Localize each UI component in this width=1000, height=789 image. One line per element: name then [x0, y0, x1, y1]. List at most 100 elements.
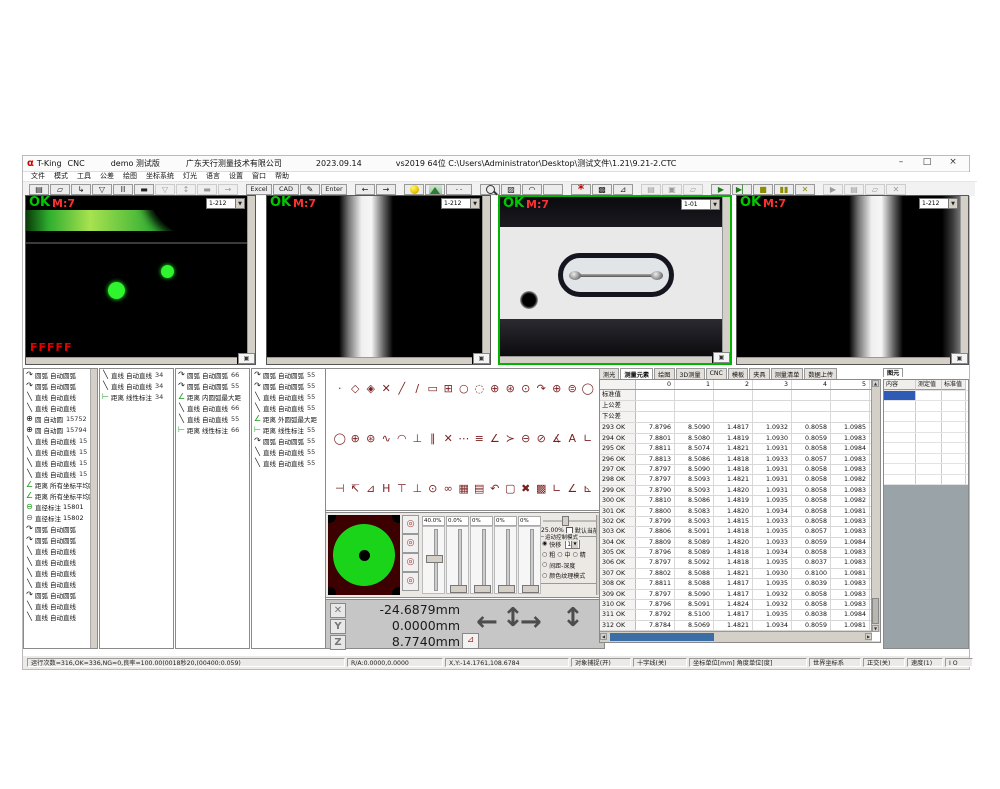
- measurement-table[interactable]: 012345标准值上公差下公差293 OK7.87968.50901.48171…: [599, 379, 881, 643]
- list-item[interactable]: ↷圆弧自动圆弧: [24, 523, 97, 534]
- measure-tool-icon-row2-14[interactable]: ⊘: [534, 431, 550, 446]
- measure-tool-icon-row2-9[interactable]: ⋯: [456, 431, 472, 446]
- measure-tool-icon-row1-9[interactable]: ○: [456, 381, 472, 396]
- axis-x-button[interactable]: ✕: [330, 603, 346, 618]
- measure-tool-icon-row2-12[interactable]: ≻: [503, 431, 519, 446]
- measure-tool-icon-row1-6[interactable]: ∕: [410, 381, 426, 396]
- menu-item-语言[interactable]: 语言: [206, 172, 220, 181]
- pattern-button[interactable]: ▨: [501, 184, 521, 195]
- arrow-right-button[interactable]: →: [376, 184, 396, 195]
- measure-tool-icon-row3-10[interactable]: ▤: [472, 481, 488, 496]
- table-row[interactable]: 301 OK7.88008.50831.48201.09340.80581.09…: [600, 507, 880, 517]
- result-row[interactable]: [884, 401, 968, 412]
- result-row[interactable]: [884, 464, 968, 475]
- measure-tool-icon-row2-13[interactable]: ⊖: [518, 431, 534, 446]
- list-item[interactable]: ↷圆弧自动圆弧: [24, 380, 97, 391]
- excel-button[interactable]: Excel: [246, 184, 272, 195]
- list-item[interactable]: ⊖直径标注15801: [24, 501, 97, 512]
- menu-item-公差[interactable]: 公差: [100, 172, 114, 181]
- table-row[interactable]: 295 OK7.88118.50741.48211.09310.80581.09…: [600, 444, 880, 454]
- menu-item-设置[interactable]: 设置: [229, 172, 243, 181]
- scroll-up-icon[interactable]: ▲: [872, 380, 879, 387]
- snapshot-button[interactable]: ▣: [951, 353, 968, 364]
- tab-绘图[interactable]: 绘图: [654, 368, 674, 379]
- horizontal-scrollbar[interactable]: [267, 357, 472, 364]
- measure-tool-icon-row3-15[interactable]: ∟: [549, 481, 565, 496]
- list-item[interactable]: ╲直线自动直线15: [24, 446, 97, 457]
- list-item[interactable]: ╲直线自动直线66: [176, 402, 249, 413]
- measure-tool-icon-row2-7[interactable]: ∥: [425, 431, 441, 446]
- chevron-down-icon[interactable]: ▼: [949, 198, 958, 209]
- snapshot-button[interactable]: ▣: [238, 353, 255, 364]
- measure-tool-icon-row3-7[interactable]: ⊙: [425, 481, 441, 496]
- camera-select-combo[interactable]: 1-212 ▼: [919, 198, 958, 209]
- measure-tool-icon-row1-14[interactable]: ↷: [534, 381, 550, 396]
- magnifier-button[interactable]: [480, 184, 500, 195]
- minimize-button[interactable]: –: [895, 157, 907, 167]
- measure-tool-icon-row1-4[interactable]: ✕: [379, 381, 395, 396]
- slider-track[interactable]: [446, 526, 469, 594]
- measure-tool-icon-row1-10[interactable]: ◌: [472, 381, 488, 396]
- radio-精[interactable]: ○: [573, 552, 578, 558]
- list-item[interactable]: ╲直线自动直线: [24, 556, 97, 567]
- list-item[interactable]: ╲直线自动直线15: [24, 457, 97, 468]
- tab-测光[interactable]: 测光: [599, 368, 619, 379]
- table-row[interactable]: 307 OK7.88028.50881.48211.09300.81001.09…: [600, 569, 880, 579]
- measure-tool-icon-row3-14[interactable]: ▩: [534, 481, 550, 496]
- play-button[interactable]: ▶: [711, 184, 731, 195]
- list-item[interactable]: ╲直线自动直线: [24, 391, 97, 402]
- ring-light-preview[interactable]: [328, 515, 400, 595]
- element-list-1[interactable]: ↷圆弧自动圆弧↷圆弧自动圆弧╲直线自动直线╲直线自动直线⊕圆自动圆15752⊕圆…: [23, 368, 98, 649]
- list-item[interactable]: ╲直线自动直线55: [252, 402, 325, 413]
- table-vertical-scrollbar[interactable]: ▲ ▼: [871, 380, 880, 632]
- camera-view-4[interactable]: OK M:7 1-212 ▼ ▣: [736, 195, 969, 365]
- snapshot-button[interactable]: ▣: [473, 353, 490, 364]
- enter-button[interactable]: Enter: [321, 184, 347, 195]
- list-item[interactable]: ╲直线自动直线: [24, 611, 97, 622]
- measure-tool-icon-row2-4[interactable]: ∿: [379, 431, 395, 446]
- list-item[interactable]: ╲直线自动直线: [24, 402, 97, 413]
- list-item[interactable]: ╲直线自动直线: [24, 600, 97, 611]
- slider-thumb[interactable]: [498, 585, 515, 593]
- table-row[interactable]: 308 OK7.88118.50881.48171.09350.80391.09…: [600, 579, 880, 589]
- save-button[interactable]: ▤: [29, 184, 49, 195]
- list-item[interactable]: ⊢距离线性标注34: [100, 391, 173, 402]
- run-button[interactable]: ✕: [795, 184, 815, 195]
- table-horizontal-scrollbar[interactable]: ◀ ▶: [600, 631, 872, 642]
- measure-tool-icon-row1-12[interactable]: ⊛: [503, 381, 519, 396]
- measure-tool-icon-row1-1[interactable]: ·: [332, 381, 348, 396]
- list-item[interactable]: ⊢距离线性标注66: [176, 424, 249, 435]
- open-button[interactable]: ▱: [50, 184, 70, 195]
- slider-track[interactable]: [494, 526, 517, 594]
- camera-select-combo[interactable]: 1-212 ▼: [206, 198, 245, 209]
- list-item[interactable]: ╲直线自动直线: [24, 545, 97, 556]
- measure-tool-icon-row3-8[interactable]: ∞: [441, 481, 457, 496]
- measure-tool-icon-row3-9[interactable]: ▦: [456, 481, 472, 496]
- ring-segment-select-4[interactable]: ◎: [402, 572, 419, 591]
- measure-tool-icon-row3-1[interactable]: ⊣: [332, 481, 348, 496]
- list-item[interactable]: ╲直线自动直线15: [24, 435, 97, 446]
- measure-tool-icon-row3-3[interactable]: ⊿: [363, 481, 379, 496]
- tab-模板[interactable]: 模板: [728, 368, 748, 379]
- list-item[interactable]: ∠距离外圆弧最大距: [252, 413, 325, 424]
- stop-button[interactable]: ■: [753, 184, 773, 195]
- chevron-down-icon[interactable]: ▼: [711, 199, 720, 210]
- list-item[interactable]: ⊖直径标注15802: [24, 512, 97, 523]
- table-row[interactable]: 311 OK7.87928.51001.48171.09350.80381.09…: [600, 610, 880, 620]
- pause-button[interactable]: ▮▮: [774, 184, 794, 195]
- snapshot-button[interactable]: ▣: [713, 352, 730, 363]
- list-item[interactable]: ╲直线自动直线34: [100, 380, 173, 391]
- menu-item-文件[interactable]: 文件: [31, 172, 45, 181]
- table-row[interactable]: 303 OK7.88068.50911.48181.09350.80571.09…: [600, 527, 880, 537]
- element-result-panel[interactable]: 内容测定值标准值: [883, 379, 969, 649]
- scroll-thumb[interactable]: [872, 598, 879, 624]
- table-row[interactable]: 309 OK7.87978.50901.48171.09320.80581.09…: [600, 590, 880, 600]
- horizontal-scrollbar[interactable]: [26, 357, 237, 364]
- cad-button[interactable]: CAD: [273, 184, 299, 195]
- scroll-left-icon[interactable]: ◀: [600, 633, 607, 640]
- tab-3D测量[interactable]: 3D测量: [676, 368, 705, 379]
- radio-粗[interactable]: ○: [542, 552, 547, 558]
- menu-item-帮助[interactable]: 帮助: [275, 172, 289, 181]
- list-item[interactable]: ↷圆弧自动圆弧55: [252, 369, 325, 380]
- measure-tool-icon-row3-5[interactable]: ⊤: [394, 481, 410, 496]
